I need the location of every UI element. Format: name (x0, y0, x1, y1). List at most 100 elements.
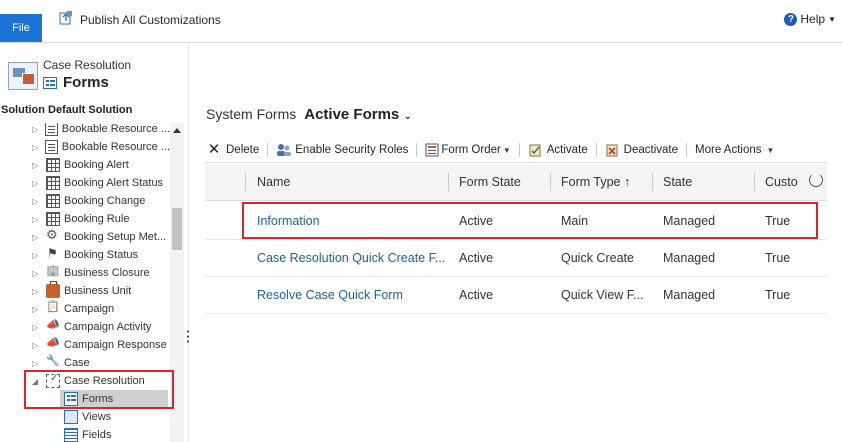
column-header-label: Form Type ↑ (561, 175, 631, 189)
publish-icon (58, 10, 74, 29)
flag-icon (46, 246, 60, 262)
form-icon (43, 76, 57, 89)
top-bar: File Publish All Customizations ? Help ▼ (0, 0, 842, 43)
tree-item-booking-alert[interactable]: ▷ Booking Alert (0, 156, 170, 174)
form-name-link[interactable]: Information (257, 202, 442, 239)
column-divider[interactable] (754, 173, 755, 191)
column-header-label: State (663, 175, 693, 189)
enable-security-roles-button[interactable]: Enable Security Roles (268, 138, 416, 162)
expand-arrow-icon[interactable]: ▷ (32, 251, 42, 260)
tree-item-booking-setup-metadata[interactable]: ▷ Booking Setup Met... (0, 227, 170, 246)
scroll-up-icon[interactable] (173, 128, 181, 133)
expand-arrow-icon[interactable]: ▷ (32, 287, 42, 296)
close-icon: ✕ (207, 141, 221, 158)
tree-scrollbar[interactable] (170, 123, 184, 442)
entity-name: Case Resolution (43, 58, 132, 72)
tree-item-bookable-resource-2[interactable]: ▷ Bookable Resource ... (0, 138, 170, 156)
help-icon: ? (784, 12, 798, 26)
expand-arrow-icon[interactable]: ▷ (32, 179, 42, 188)
scroll-thumb[interactable] (172, 208, 182, 250)
fields-icon (64, 428, 78, 442)
file-button[interactable]: File (0, 14, 42, 42)
users-icon (276, 143, 292, 157)
form-state-cell: Active (459, 287, 494, 302)
table-row[interactable]: Resolve Case Quick Form Active Quick Vie… (205, 276, 827, 314)
enable-security-roles-label: Enable Security Roles (295, 144, 409, 156)
tree-item-booking-change[interactable]: ▷ Booking Change (0, 192, 170, 210)
activate-button[interactable]: Activate (520, 138, 596, 162)
command-bar: ✕ Delete Enable Security Roles Form Orde… (205, 138, 827, 163)
publish-all-button[interactable]: Publish All Customizations (58, 10, 221, 29)
help-label: Help (800, 12, 826, 26)
expand-arrow-icon[interactable]: ▷ (32, 125, 41, 134)
gear-icon (46, 227, 60, 244)
tree-item-label: Campaign Activity (64, 321, 152, 333)
column-divider[interactable] (550, 173, 551, 191)
delete-button[interactable]: ✕ Delete (205, 138, 267, 162)
grid-icon (46, 158, 60, 172)
column-header-state[interactable]: State (663, 164, 692, 200)
panel-splitter[interactable] (187, 329, 189, 343)
wrench-icon (46, 354, 60, 370)
tree-item-campaign[interactable]: ▷ Campaign (0, 300, 170, 318)
chevron-down-icon: ⌄ (403, 111, 412, 122)
case-resolution-icon (46, 373, 60, 388)
form-name-link[interactable]: Case Resolution Quick Create F... (257, 239, 447, 276)
collapse-arrow-icon[interactable]: ◢ (32, 377, 42, 386)
tree-item-label: Case (64, 357, 90, 369)
more-actions-button[interactable]: More Actions ▼ (687, 138, 782, 162)
column-header-label: Name (257, 175, 291, 189)
expand-arrow-icon[interactable]: ▷ (32, 305, 42, 314)
expand-arrow-icon[interactable]: ▷ (32, 359, 42, 368)
column-divider[interactable] (245, 173, 246, 191)
tree-item-case-resolution[interactable]: ◢ Case Resolution (0, 372, 170, 390)
grid-icon (46, 212, 60, 226)
tree-item-business-closure[interactable]: ▷ Business Closure (0, 264, 170, 282)
tree-item-label: Business Closure (64, 267, 150, 279)
expand-arrow-icon[interactable]: ▷ (32, 215, 42, 224)
refresh-icon[interactable] (809, 173, 823, 187)
table-row[interactable]: Information Active Main Managed True (205, 202, 827, 240)
expand-arrow-icon[interactable]: ▷ (32, 197, 42, 206)
tree-item-label: Booking Setup Met... (64, 231, 167, 243)
tree-item-case[interactable]: ▷ Case (0, 354, 170, 372)
tree-item-fields[interactable]: Fields (0, 426, 170, 442)
tree-item-label: Bookable Resource ... (61, 123, 170, 135)
breadcrumb-system-forms: System Forms (206, 106, 297, 122)
form-order-icon (425, 143, 439, 157)
expand-arrow-icon[interactable]: ▷ (32, 143, 41, 152)
delete-label: Delete (226, 144, 260, 156)
form-type-cell: Quick Create (561, 250, 634, 265)
tree-item-views[interactable]: Views (0, 408, 170, 426)
expand-arrow-icon[interactable]: ▷ (32, 161, 42, 170)
tree-item-booking-alert-status[interactable]: ▷ Booking Alert Status (0, 174, 170, 192)
column-header-customizable[interactable]: Custo (765, 164, 798, 200)
tree-item-booking-status[interactable]: ▷ Booking Status (0, 246, 170, 264)
help-menu[interactable]: ? Help ▼ (784, 12, 836, 26)
view-selector[interactable]: Active Forms ⌄ (304, 106, 412, 123)
column-header-name[interactable]: Name (257, 164, 290, 200)
tree-item-label: Booking Rule (64, 213, 130, 225)
tree-item-label: Campaign (64, 303, 115, 315)
form-order-button[interactable]: Form Order ▼ (417, 138, 518, 162)
column-divider[interactable] (652, 173, 653, 191)
tree-item-campaign-response[interactable]: ▷ Campaign Response (0, 336, 170, 354)
column-header-form-state[interactable]: Form State (459, 164, 521, 200)
tree-item-booking-rule[interactable]: ▷ Booking Rule (0, 210, 170, 228)
column-divider[interactable] (448, 173, 449, 191)
form-name-link[interactable]: Resolve Case Quick Form (257, 276, 447, 313)
tree-item-bookable-resource-1[interactable]: ▷ Bookable Resource ... (0, 123, 170, 138)
tree-item-campaign-activity[interactable]: ▷ Campaign Activity (0, 318, 170, 336)
tree-item-forms[interactable]: Forms (0, 390, 170, 408)
column-header-form-type[interactable]: Form Type ↑ (561, 164, 630, 200)
table-row[interactable]: Case Resolution Quick Create F... Active… (205, 239, 827, 277)
expand-arrow-icon[interactable]: ▷ (32, 341, 42, 350)
expand-arrow-icon[interactable]: ▷ (32, 233, 42, 242)
expand-arrow-icon[interactable]: ▷ (32, 323, 42, 332)
deactivate-button[interactable]: Deactivate (597, 138, 686, 162)
form-state-cell: Active (459, 213, 494, 228)
state-cell: Managed (663, 287, 716, 302)
campaign-icon (46, 300, 60, 316)
tree-item-business-unit[interactable]: ▷ Business Unit (0, 281, 170, 300)
expand-arrow-icon[interactable]: ▷ (32, 269, 42, 278)
